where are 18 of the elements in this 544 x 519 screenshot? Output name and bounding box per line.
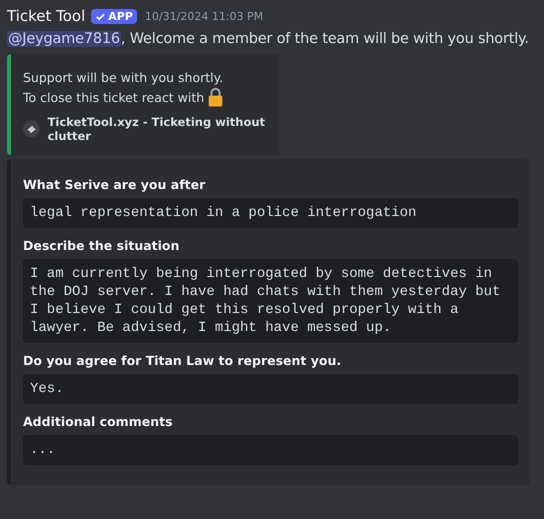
author-name[interactable]: Ticket Tool bbox=[7, 7, 86, 25]
code-block: Yes. bbox=[23, 374, 518, 404]
app-badge: APP bbox=[91, 8, 137, 24]
field-name: Additional comments bbox=[23, 414, 174, 429]
lock-icon bbox=[207, 87, 224, 107]
field-name: Describe the situation bbox=[23, 238, 180, 253]
ticket-icon bbox=[23, 119, 40, 139]
field-name: Do you agree for Titan Law to represent you. bbox=[23, 353, 342, 368]
description-text: To close this ticket react with bbox=[23, 88, 204, 106]
description-text: Support will be with you shortly. bbox=[23, 69, 224, 87]
footer-text: TicketTool.xyz - Ticketing without clutter bbox=[48, 115, 266, 143]
code-block: legal representation in a police interrogation bbox=[23, 198, 518, 228]
code-block: ... bbox=[23, 435, 518, 465]
field-name: What Serive are you after bbox=[23, 177, 206, 192]
timestamp: 10/31/2024 11:03 PM bbox=[144, 10, 264, 22]
message-text: @Jeygame7816, Welcome a member of the team will be with you shortly. bbox=[7, 30, 530, 49]
code-block: I am currently being interrogated by some detectives in the DOJ server. I have had chats with them yesterday but I believe I could get this resolved properly with a lawyer. Be advised, I might have messed up. bbox=[23, 259, 518, 343]
user-mention[interactable]: @Jeygame7816 bbox=[7, 31, 121, 47]
